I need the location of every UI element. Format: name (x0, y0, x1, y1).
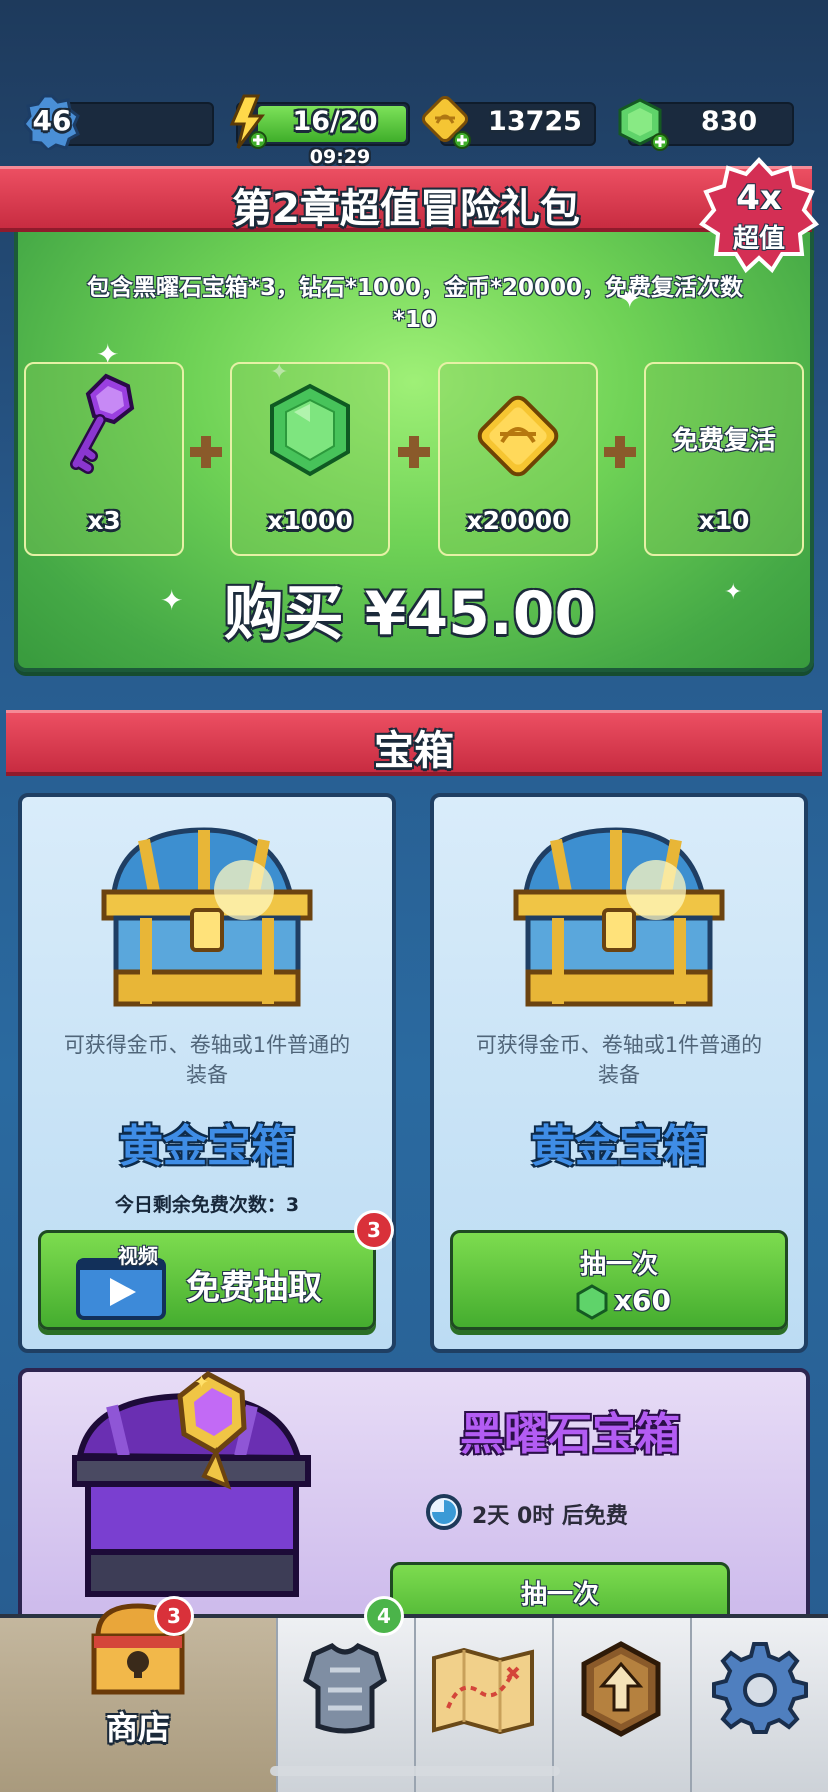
sparkle-icon: ✦ (724, 580, 743, 605)
draw-cost: x60 (614, 1284, 672, 1317)
level-bar (60, 102, 214, 146)
gear-icon (712, 1642, 808, 1734)
shop-notification-badge: 3 (154, 1596, 194, 1636)
clock-icon (426, 1494, 462, 1530)
home-indicator (270, 1766, 560, 1776)
energy-value: 16/20 (292, 106, 378, 137)
free-draw-label: 免费抽取 (186, 1268, 322, 1308)
notification-badge: 3 (354, 1210, 394, 1250)
buy-pack-button[interactable]: 购买 ¥45.00 (180, 565, 640, 649)
badge-label: 超值 (732, 224, 785, 254)
badge-multiplier: 4x (736, 178, 782, 218)
equipment-notification-badge: 4 (364, 1596, 404, 1636)
chest-name: 黄金宝箱 (119, 1121, 295, 1172)
pack-item-qty: x10 (698, 506, 750, 535)
draw-once-label: 抽一次 (579, 1250, 658, 1280)
gem-value: 830 (700, 106, 758, 137)
gold-chest-icon (101, 827, 313, 1007)
upgrade-arrow-icon (581, 1641, 661, 1737)
free-count-text: 今日剩余免费次数：3 (114, 1194, 300, 1216)
obsidian-free-timer: 2天 0时 后免费 (472, 1504, 628, 1529)
pack-item-qty: x1000 (267, 506, 353, 535)
pack-item-qty: x3 (87, 506, 121, 535)
plus-icon (604, 436, 636, 468)
sparkle-icon: ✦ (618, 282, 642, 315)
gem-icon (270, 383, 350, 477)
gold-coin-plus-icon[interactable] (420, 96, 476, 150)
chest-description: 可获得金币、卷轴或1件普通的装备 (63, 1033, 351, 1087)
energy-timer: 09:29 (309, 146, 371, 168)
obsidian-chest-name: 黑曜石宝箱 (460, 1409, 680, 1460)
obsidian-chest-icon: ✦ (72, 1371, 311, 1597)
pack-description: 包含黑曜石宝箱*3，钻石*1000，金币*20000，免费复活次数*10 (86, 275, 744, 333)
gem-icon (576, 1284, 608, 1320)
armor-icon (303, 1643, 387, 1734)
gold-value: 13725 (488, 106, 582, 137)
gem-plus-icon[interactable] (614, 98, 672, 152)
chest-name: 黄金宝箱 (531, 1121, 707, 1172)
video-tag: 视频 (118, 1244, 158, 1268)
svg-text:✦: ✦ (194, 1372, 209, 1393)
pack-title: 第2章超值冒险礼包 (232, 186, 580, 232)
pack-item-qty: x20000 (466, 506, 570, 535)
plus-icon (398, 436, 430, 468)
plus-icon (190, 436, 222, 468)
chest-description: 可获得金币、卷轴或1件普通的装备 (475, 1033, 763, 1087)
chest-section-title: 宝箱 (374, 728, 454, 774)
level-value: 46 (32, 104, 72, 137)
revive-label: 免费复活 (671, 426, 776, 456)
top-resource-bar: 46 16/20 09:29 13725 830 (0, 0, 828, 170)
gold-coin-icon (477, 395, 559, 477)
lightning-plus-icon[interactable] (224, 94, 270, 152)
map-icon (432, 1648, 534, 1734)
gold-chest-icon (513, 827, 725, 1007)
purple-key-icon (70, 373, 135, 474)
tab-shop-label: 商店 (105, 1709, 170, 1747)
obsidian-draw-label: 抽一次 (520, 1580, 599, 1610)
